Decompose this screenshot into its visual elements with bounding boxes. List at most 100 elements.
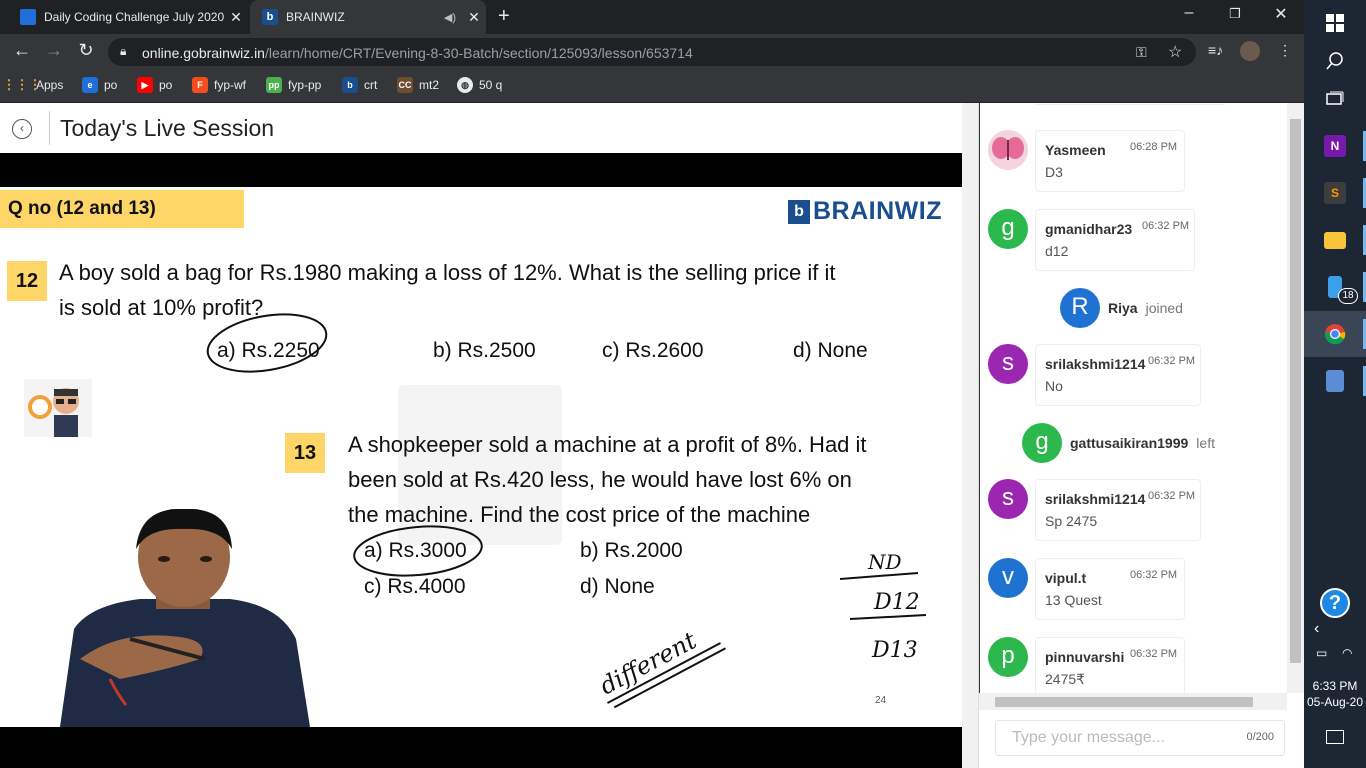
calculator-app[interactable]	[1304, 358, 1366, 404]
message-input[interactable]	[996, 721, 1236, 755]
avatar: R	[1060, 288, 1100, 328]
globe-icon: ◍	[457, 77, 473, 93]
tab-brainwiz[interactable]: b BRAINWIZ ◀) ✕	[250, 0, 486, 34]
butterfly-avatar-icon	[992, 137, 1024, 160]
back-circle-icon[interactable]: ‹	[12, 119, 32, 139]
start-icon	[1326, 14, 1344, 32]
chat-message: pinnuvarshi 06:32 PM 2475₹	[1035, 637, 1185, 693]
page-header: ‹ Today's Live Session	[0, 103, 962, 153]
bookmark-fyp-pp[interactable]: pp fyp-pp	[266, 77, 321, 93]
tab-daily-coding-challenge[interactable]: Daily Coding Challenge July 2020 ✕	[8, 0, 248, 34]
key-icon[interactable]: ⚿	[1136, 44, 1147, 61]
pp-icon: pp	[266, 77, 282, 93]
annotation-d12: D12	[873, 590, 920, 615]
bookmark-po-codechef[interactable]: e po	[82, 77, 117, 93]
chrome-icon	[1324, 324, 1346, 345]
bookmark-crt[interactable]: b crt	[342, 77, 377, 93]
back-arrow-icon[interactable]: ←	[10, 40, 34, 61]
bookmark-fyp-wf[interactable]: F fyp-wf	[192, 77, 246, 93]
character-counter: 0/200	[1246, 731, 1274, 743]
windows-taskbar: N S 18 ? ‹ ▭ ◠ 6:33 PM 05-Aug-20	[1304, 0, 1366, 768]
avatar: g	[988, 209, 1028, 249]
chat-event-left: g gattusaikiran1999 left	[1022, 423, 1215, 463]
avatar: p	[988, 637, 1028, 677]
chrome-app[interactable]	[1304, 311, 1366, 357]
minimize-icon[interactable]: –	[1174, 4, 1204, 22]
new-tab-button[interactable]: +	[498, 5, 510, 28]
live-video-player[interactable]: Q no (12 and 13) b BRAINWIZ 12 A boy sol…	[0, 153, 962, 768]
profile-avatar[interactable]	[1240, 41, 1260, 61]
reload-icon[interactable]: ↻	[74, 40, 98, 61]
onenote-icon: N	[1324, 135, 1346, 157]
chat-message-list[interactable]: Yasmeen 06:28 PM D3 g gmanidhar23 06:32 …	[979, 103, 1287, 693]
annotation-nd: ND	[867, 550, 902, 574]
scroll-thumb[interactable]	[1290, 119, 1301, 663]
brainwiz-icon: b	[342, 77, 358, 93]
avatar: s	[988, 344, 1028, 384]
calculator-icon	[1326, 370, 1344, 392]
chat-message: srilakshmi1214 06:32 PM Sp 2475	[1035, 479, 1201, 541]
chat-horizontal-scrollbar[interactable]	[979, 693, 1287, 710]
phone-app[interactable]: 18	[1304, 264, 1366, 310]
system-clock[interactable]: 6:33 PM 05-Aug-20	[1304, 678, 1366, 710]
sublime-icon: S	[1324, 182, 1346, 204]
bookmark-po-youtube[interactable]: ▶ po	[137, 77, 172, 93]
header-divider	[49, 111, 50, 145]
chevron-left-icon[interactable]: ‹	[1314, 620, 1319, 638]
menu-kebab-icon[interactable]: ⋮	[1278, 42, 1292, 59]
page-title: Today's Live Session	[60, 115, 275, 141]
bookmark-apps[interactable]: ⋮⋮⋮ Apps	[3, 77, 64, 93]
tab-strip: Daily Coding Challenge July 2020 ✕ b BRA…	[0, 0, 1304, 34]
window-close-icon[interactable]: ✕	[1266, 4, 1296, 24]
previous-message-bubble	[1035, 103, 1225, 105]
cc-icon: CC	[397, 77, 413, 93]
file-explorer-app[interactable]	[1304, 217, 1366, 263]
chat-message: gmanidhar23 06:32 PM d12	[1035, 209, 1195, 271]
figma-icon: F	[192, 77, 208, 93]
lock-icon: 🔒︎	[120, 44, 127, 58]
brainwiz-icon: b	[262, 9, 278, 25]
page-scrollbar[interactable]	[962, 103, 979, 768]
codechef-icon: e	[82, 77, 98, 93]
task-view-icon	[1326, 91, 1344, 105]
bookmark-star-icon[interactable]: ☆	[1168, 42, 1182, 62]
scroll-thumb[interactable]	[995, 697, 1253, 707]
tab-title: BRAINWIZ	[286, 10, 345, 24]
presenter-video	[60, 509, 310, 727]
lecture-slide: Q no (12 and 13) b BRAINWIZ 12 A boy sol…	[0, 187, 962, 727]
annotation-d13: D13	[871, 638, 918, 663]
browser-toolbar: ← → ↻ 🔒︎ online.gobrainwiz.in/learn/home…	[0, 34, 1304, 70]
help-question-icon: ?	[1320, 588, 1350, 618]
avatar: s	[988, 479, 1028, 519]
search-icon	[1326, 52, 1343, 70]
forward-arrow-icon[interactable]: →	[42, 40, 66, 61]
chat-message: Yasmeen 06:28 PM D3	[1035, 130, 1185, 192]
sublime-app[interactable]: S	[1304, 170, 1366, 216]
avatar: g	[1022, 423, 1062, 463]
url-text[interactable]: online.gobrainwiz.in/learn/home/CRT/Even…	[142, 45, 693, 61]
address-bar[interactable]: 🔒︎ online.gobrainwiz.in/learn/home/CRT/E…	[108, 38, 1196, 66]
battery-icon[interactable]: ▭	[1316, 646, 1327, 660]
wifi-icon[interactable]: ◠	[1342, 646, 1352, 660]
chat-message: srilakshmi1214 06:32 PM No	[1035, 344, 1201, 406]
avatar: v	[988, 558, 1028, 598]
slide-page-number: 24	[875, 695, 887, 706]
bookmark-mt2[interactable]: CC mt2	[397, 77, 439, 93]
media-control-icon[interactable]: ≡♪	[1208, 42, 1223, 58]
tab-title: Daily Coding Challenge July 2020	[44, 10, 224, 24]
youtube-icon: ▶	[137, 77, 153, 93]
chat-message: vipul.t 06:32 PM 13 Quest	[1035, 558, 1185, 620]
chat-event-joined: R Riya joined	[1060, 288, 1183, 328]
file-explorer-icon	[1324, 231, 1346, 249]
bookmark-50q[interactable]: ◍ 50 q	[457, 77, 502, 93]
close-tab-icon[interactable]: ✕	[462, 9, 486, 26]
audio-playing-icon[interactable]: ◀)	[444, 11, 456, 24]
notification-center-icon[interactable]	[1326, 730, 1344, 744]
close-tab-icon[interactable]: ✕	[224, 9, 248, 26]
codechef-icon	[20, 9, 36, 25]
avatar	[988, 130, 1028, 170]
onenote-app[interactable]: N	[1304, 123, 1366, 169]
chat-vertical-scrollbar[interactable]	[1287, 103, 1304, 693]
restore-icon[interactable]: ❐	[1220, 6, 1250, 22]
task-view-button[interactable]	[1304, 76, 1366, 122]
